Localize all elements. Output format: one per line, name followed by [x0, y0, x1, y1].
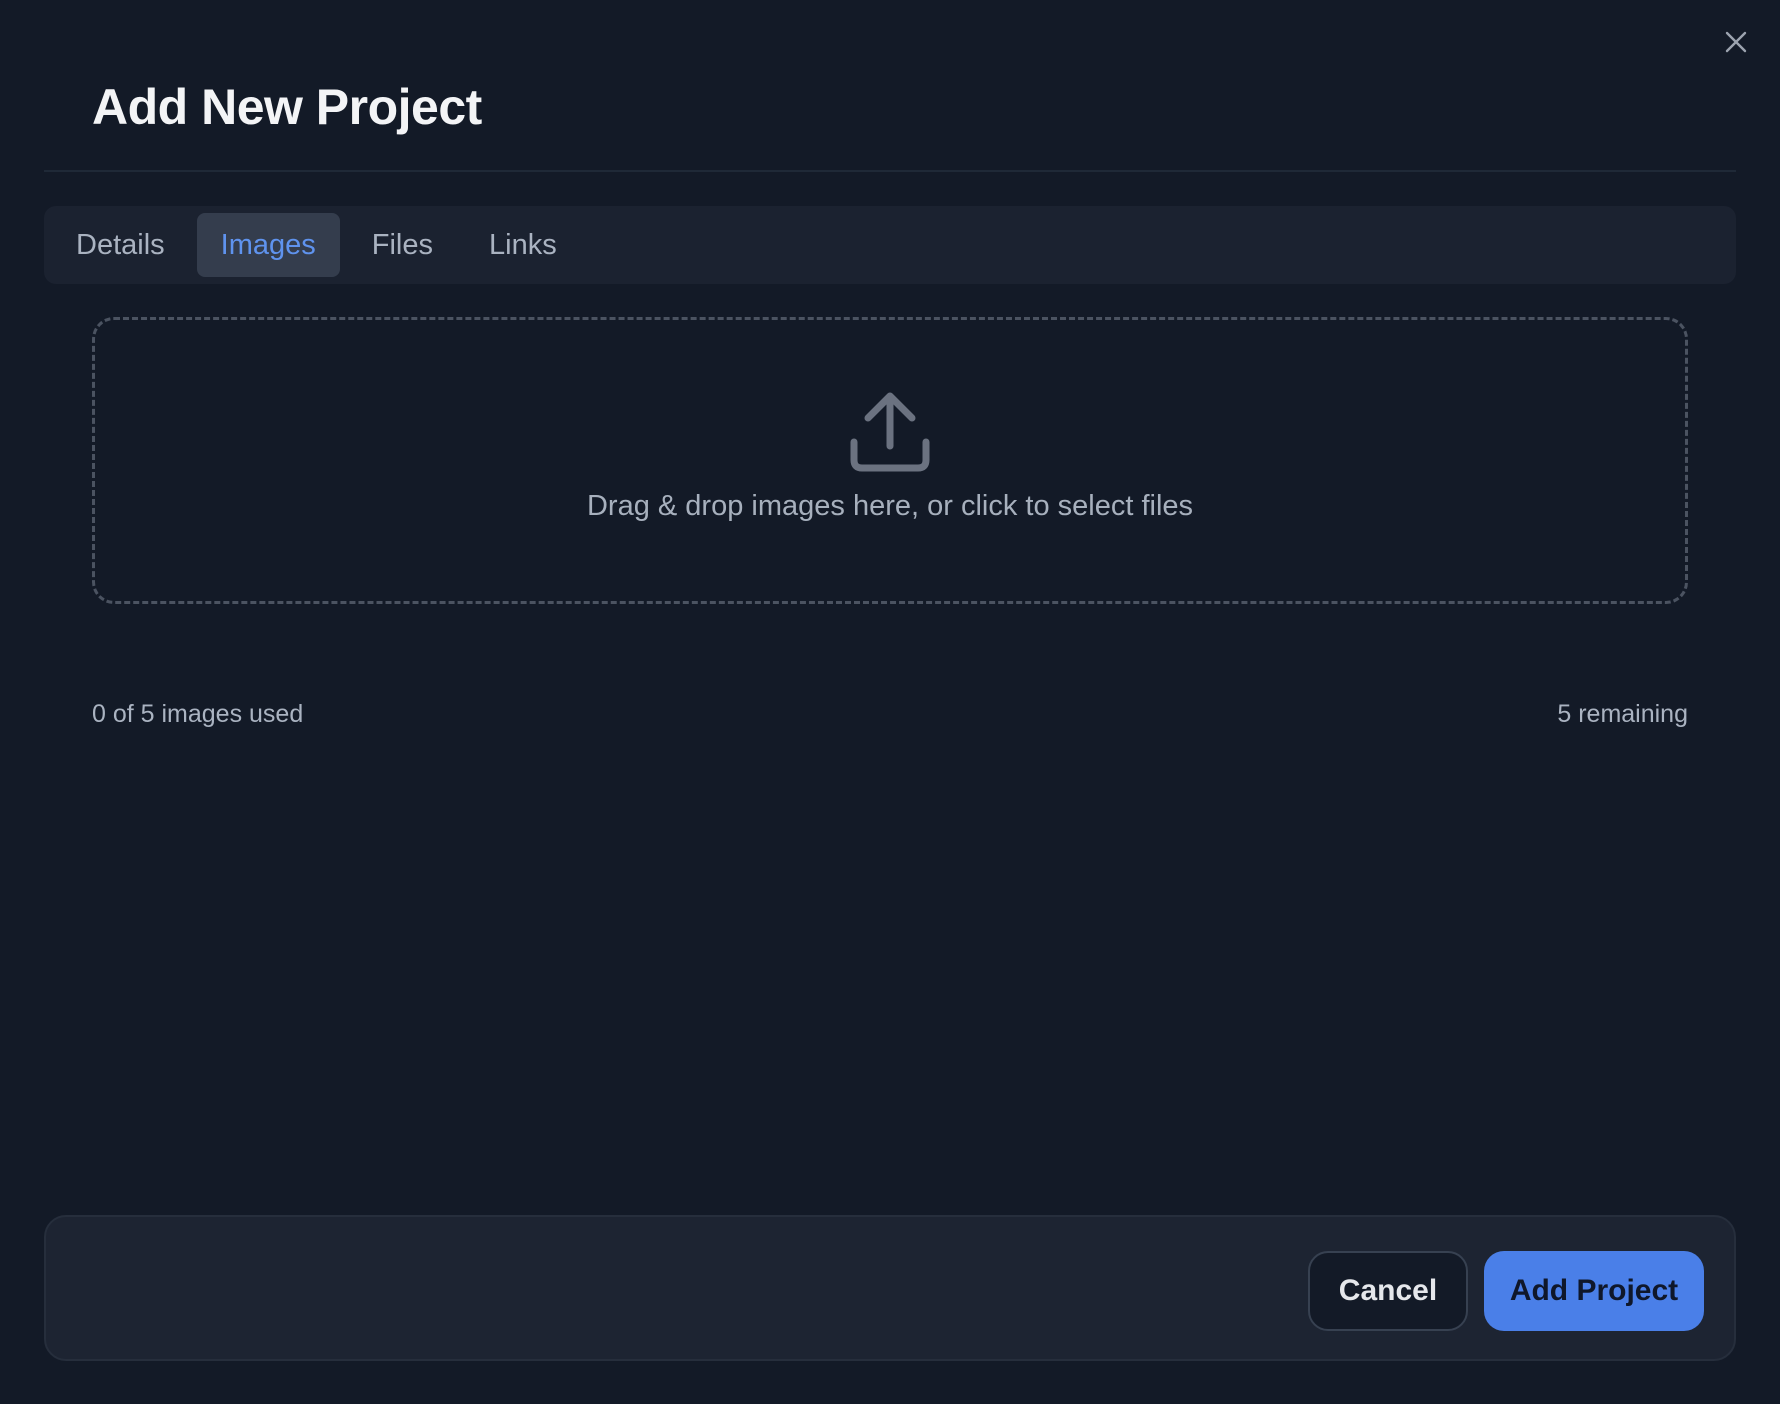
image-dropzone[interactable]: Drag & drop images here, or click to sel…: [92, 317, 1688, 604]
dialog-footer: Cancel Add Project: [44, 1215, 1736, 1361]
tab-images[interactable]: Images: [196, 213, 340, 277]
add-project-dialog: Add New Project Details Images Files Lin…: [0, 0, 1780, 1404]
tab-bar: Details Images Files Links: [44, 206, 1736, 284]
tab-details[interactable]: Details: [76, 213, 189, 277]
header-divider: [44, 170, 1736, 172]
upload-icon: [850, 392, 930, 472]
close-icon: [1725, 31, 1747, 53]
add-project-button[interactable]: Add Project: [1484, 1251, 1704, 1331]
dialog-title: Add New Project: [92, 79, 482, 135]
tab-links[interactable]: Links: [465, 213, 581, 277]
images-used-count: 0 of 5 images used: [92, 700, 304, 728]
cancel-button[interactable]: Cancel: [1308, 1251, 1468, 1331]
tab-files[interactable]: Files: [348, 213, 457, 277]
close-button[interactable]: [1718, 24, 1754, 60]
images-remaining-count: 5 remaining: [1557, 700, 1688, 728]
dropzone-instructions: Drag & drop images here, or click to sel…: [586, 490, 1194, 522]
